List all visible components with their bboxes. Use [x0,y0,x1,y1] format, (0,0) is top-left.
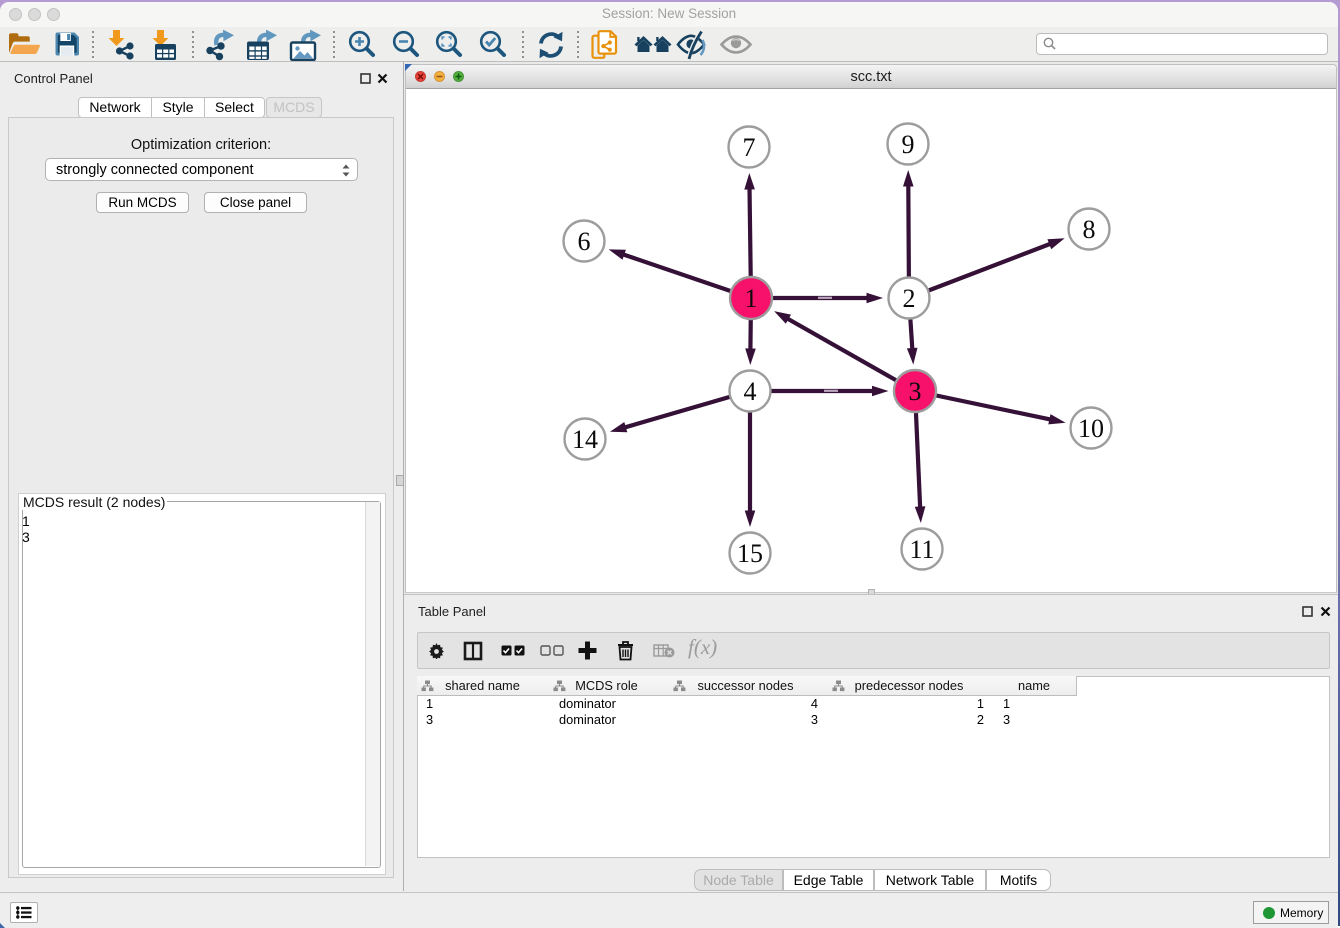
svg-text:6: 6 [578,227,591,256]
svg-text:11: 11 [909,535,934,564]
svg-text:3: 3 [909,377,922,406]
svg-text:4: 4 [744,377,757,406]
svg-text:15: 15 [737,539,763,568]
svg-text:1: 1 [745,284,758,313]
svg-text:2: 2 [903,284,916,313]
svg-text:9: 9 [902,130,915,159]
svg-text:8: 8 [1083,215,1096,244]
svg-text:7: 7 [743,133,756,162]
svg-text:14: 14 [572,425,598,454]
svg-text:10: 10 [1078,414,1104,443]
